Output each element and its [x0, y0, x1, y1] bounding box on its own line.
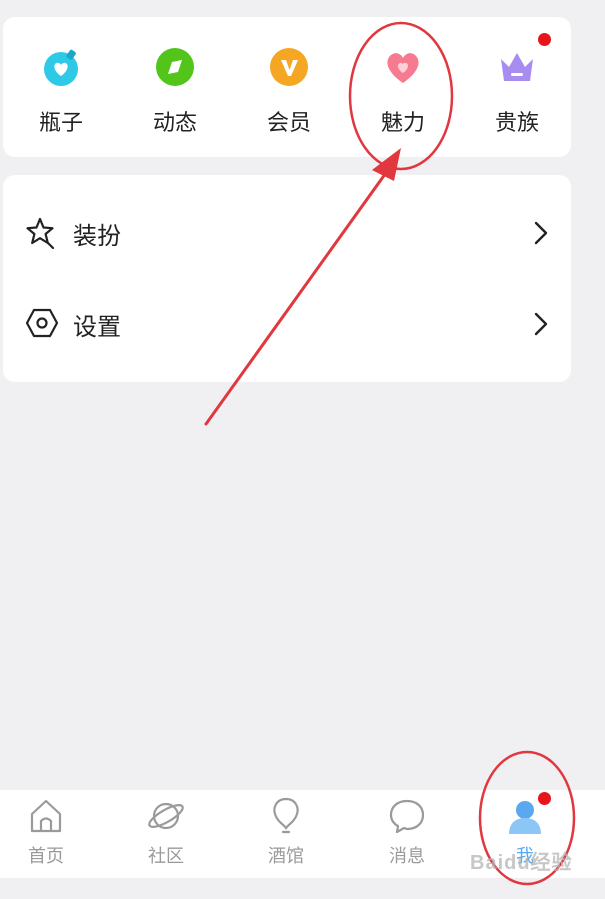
- me-badge-dot: [538, 792, 551, 805]
- heart-icon: [387, 53, 419, 83]
- tab-label: 首页: [28, 846, 64, 867]
- quick-item-label: 魅力: [380, 111, 425, 136]
- crown-icon: [501, 53, 533, 81]
- quick-item-member[interactable]: 会员: [244, 17, 334, 157]
- bottle-heart-icon: [44, 49, 78, 86]
- tab-label: 消息: [389, 846, 425, 867]
- tab-home[interactable]: 首页: [0, 790, 96, 878]
- vip-v-icon: [270, 48, 308, 86]
- menu-card: 装扮 设置: [3, 175, 571, 382]
- menu-row-label: 设置: [73, 313, 121, 341]
- chevron-right-icon: [534, 312, 548, 336]
- hexagon-settings-icon: [25, 308, 59, 338]
- balloon-icon: [273, 797, 299, 834]
- tab-community[interactable]: 社区: [116, 790, 216, 878]
- star-outline-icon: [26, 217, 55, 249]
- quick-item-bottle[interactable]: 瓶子: [16, 17, 106, 157]
- quick-item-charm[interactable]: 魅力: [358, 17, 448, 157]
- quick-item-moments[interactable]: 动态: [130, 17, 220, 157]
- tab-label: 社区: [148, 846, 184, 867]
- quick-item-label: 贵族: [494, 111, 539, 136]
- home-indicator-area: [0, 878, 605, 899]
- chat-bubble-icon: [389, 799, 425, 834]
- menu-row-dressup[interactable]: 装扮: [3, 187, 571, 279]
- quick-access-card: 瓶子 动态 会员 魅力 贵族: [3, 17, 571, 157]
- watermark-text: Baidu经验: [470, 852, 573, 874]
- home-icon: [30, 799, 62, 833]
- menu-row-settings[interactable]: 设置: [3, 278, 571, 370]
- compass-leaf-icon: [156, 48, 194, 86]
- tab-tavern[interactable]: 酒馆: [236, 790, 336, 878]
- quick-item-label: 会员: [266, 111, 311, 136]
- quick-item-label: 瓶子: [38, 111, 83, 136]
- tab-messages[interactable]: 消息: [357, 790, 457, 878]
- planet-icon: [148, 802, 184, 830]
- menu-row-label: 装扮: [73, 222, 121, 250]
- tab-label: 酒馆: [268, 846, 304, 867]
- chevron-right-icon: [534, 221, 548, 245]
- noble-badge-dot: [538, 33, 551, 46]
- quick-item-label: 动态: [152, 111, 197, 136]
